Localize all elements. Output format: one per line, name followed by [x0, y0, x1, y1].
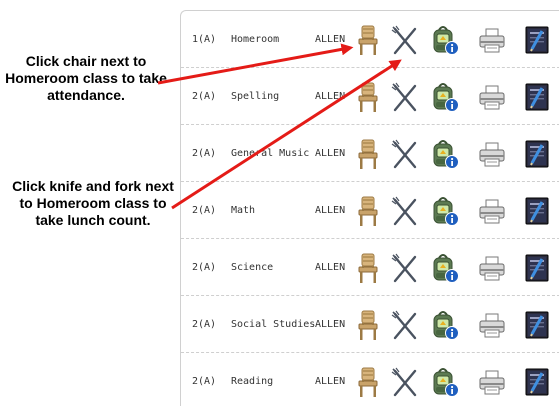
class-name: Social Studies — [231, 318, 316, 330]
class-row-math: 2(A) Math ALLEN — [181, 182, 559, 239]
teacher-name: ALLEN — [315, 375, 346, 387]
class-name: Reading — [231, 375, 274, 387]
knife-fork-icon[interactable] — [390, 24, 420, 56]
backpack-info-icon[interactable] — [430, 81, 460, 113]
chair-icon[interactable] — [353, 195, 383, 227]
printer-icon[interactable] — [477, 195, 507, 227]
gradebook-icon[interactable] — [522, 309, 552, 341]
printer-icon[interactable] — [477, 24, 507, 56]
knife-fork-icon[interactable] — [390, 366, 420, 398]
gradebook-icon[interactable] — [522, 366, 552, 398]
printer-icon[interactable] — [477, 81, 507, 113]
gradebook-icon[interactable] — [522, 81, 552, 113]
knife-fork-icon[interactable] — [390, 195, 420, 227]
lunch-count-callout: Click knife and fork next to Homeroom cl… — [12, 178, 174, 228]
printer-icon[interactable] — [477, 138, 507, 170]
gradebook-icon[interactable] — [522, 24, 552, 56]
gradebook-icon[interactable] — [522, 252, 552, 284]
class-list-panel: 1(A) Homeroom ALLEN 2(A) Spelling ALLEN … — [180, 10, 559, 406]
knife-fork-icon[interactable] — [390, 81, 420, 113]
class-name: Spelling — [231, 90, 280, 102]
gradebook-icon[interactable] — [522, 195, 552, 227]
class-row-social-studies: 2(A) Social Studies ALLEN — [181, 296, 559, 353]
knife-fork-icon[interactable] — [390, 309, 420, 341]
knife-fork-icon[interactable] — [390, 138, 420, 170]
attendance-callout: Click chair next to Homeroom class to ta… — [5, 53, 167, 103]
backpack-info-icon[interactable] — [430, 195, 460, 227]
teacher-name: ALLEN — [315, 261, 346, 273]
class-name: Homeroom — [231, 33, 280, 45]
chair-icon[interactable] — [353, 366, 383, 398]
class-row-spelling: 2(A) Spelling ALLEN — [181, 68, 559, 125]
period-label: 2(A) — [192, 204, 217, 216]
teacher-name: ALLEN — [315, 318, 346, 330]
class-row-homeroom: 1(A) Homeroom ALLEN — [181, 11, 559, 68]
teacher-name: ALLEN — [315, 204, 346, 216]
backpack-info-icon[interactable] — [430, 366, 460, 398]
period-label: 2(A) — [192, 375, 217, 387]
backpack-info-icon[interactable] — [430, 24, 460, 56]
chair-icon[interactable] — [353, 252, 383, 284]
teacher-name: ALLEN — [315, 147, 346, 159]
backpack-info-icon[interactable] — [430, 309, 460, 341]
period-label: 2(A) — [192, 90, 217, 102]
knife-fork-icon[interactable] — [390, 252, 420, 284]
class-name: Math — [231, 204, 256, 216]
chair-icon[interactable] — [353, 138, 383, 170]
printer-icon[interactable] — [477, 309, 507, 341]
class-name: General Music — [231, 147, 310, 159]
class-name: Science — [231, 261, 274, 273]
teacher-name: ALLEN — [315, 90, 346, 102]
printer-icon[interactable] — [477, 366, 507, 398]
period-label: 2(A) — [192, 318, 217, 330]
period-label: 2(A) — [192, 261, 217, 273]
chair-icon[interactable] — [353, 24, 383, 56]
period-label: 2(A) — [192, 147, 217, 159]
class-row-reading: 2(A) Reading ALLEN — [181, 353, 559, 409]
backpack-info-icon[interactable] — [430, 252, 460, 284]
class-row-general-music: 2(A) General Music ALLEN — [181, 125, 559, 182]
backpack-info-icon[interactable] — [430, 138, 460, 170]
gradebook-icon[interactable] — [522, 138, 552, 170]
chair-icon[interactable] — [353, 309, 383, 341]
chair-icon[interactable] — [353, 81, 383, 113]
teacher-name: ALLEN — [315, 33, 346, 45]
printer-icon[interactable] — [477, 252, 507, 284]
class-row-science: 2(A) Science ALLEN — [181, 239, 559, 296]
period-label: 1(A) — [192, 33, 217, 45]
